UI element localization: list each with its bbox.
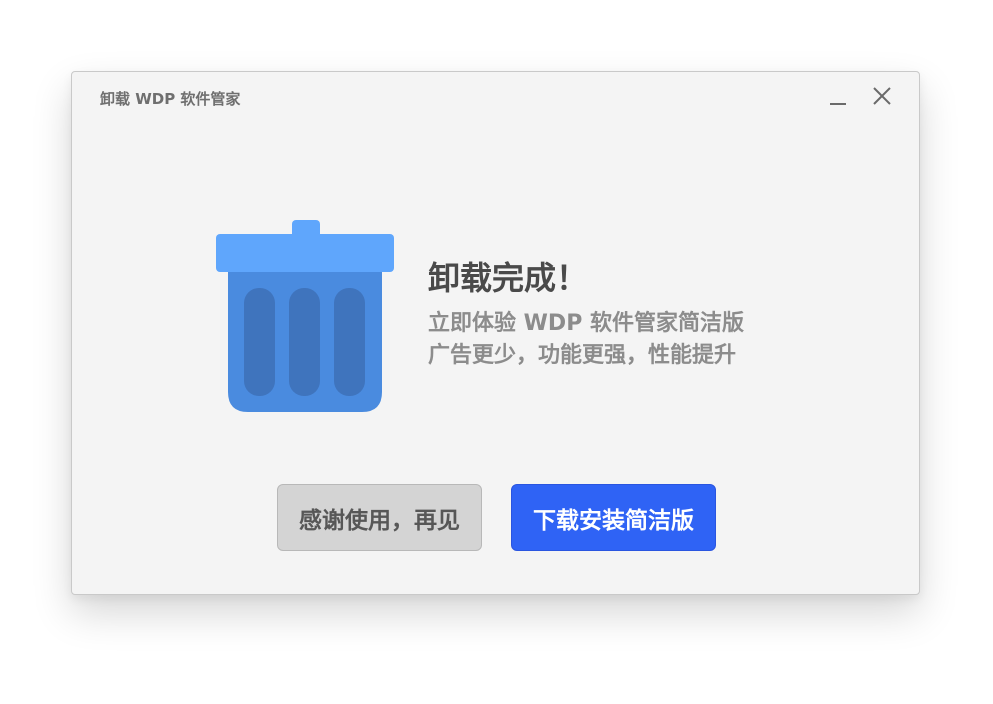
minimize-button[interactable] [824, 84, 852, 110]
headline: 卸载完成！ [428, 259, 589, 297]
download-lite-button[interactable]: 下载安装简洁版 [511, 484, 716, 551]
promo-line-1: 立即体验 WDP 软件管家简洁版 [428, 311, 744, 336]
goodbye-button[interactable]: 感谢使用，再见 [277, 484, 482, 551]
close-button[interactable] [868, 84, 896, 110]
message-block: 卸载完成！ 立即体验 WDP 软件管家简洁版 广告更少，功能更强，性能提升 [428, 256, 744, 372]
minimize-icon [830, 103, 846, 105]
uninstall-dialog: 卸载 WDP 软件管家 卸载完成！ 立即体验 WDP 软件管家简洁版 广告更少，… [71, 71, 920, 595]
promo-line-2: 广告更少，功能更强，性能提升 [428, 343, 737, 368]
close-icon [873, 87, 891, 105]
trash-bin-icon [216, 220, 396, 418]
window-title: 卸载 WDP 软件管家 [100, 90, 241, 108]
